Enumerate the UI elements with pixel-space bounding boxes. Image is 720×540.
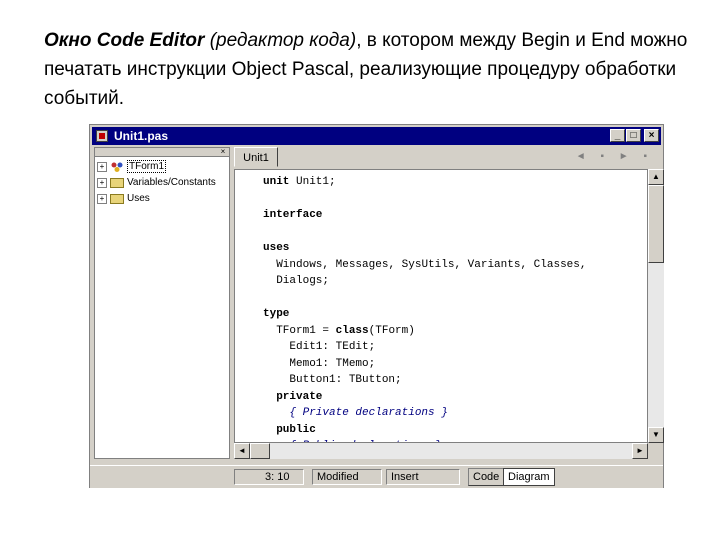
code-line[interactable]: unit Unit1;	[263, 174, 587, 191]
insert-mode-indicator: Insert	[386, 469, 460, 485]
code-line[interactable]: Dialogs;	[263, 273, 587, 290]
code-line[interactable]: Button1: TButton;	[263, 372, 587, 389]
window-title: Unit1.pas	[114, 129, 169, 143]
code-line[interactable]: private	[263, 389, 587, 406]
source-code[interactable]: unit Unit1; interface uses Windows, Mess…	[263, 174, 587, 442]
tree-item-label: Variables/Constants	[127, 177, 216, 188]
expand-icon[interactable]: +	[97, 194, 107, 204]
modified-indicator: Modified	[312, 469, 382, 485]
code-line[interactable]	[263, 290, 587, 307]
tree-item-label: Uses	[127, 193, 150, 204]
code-editor[interactable]: unit Unit1; interface uses Windows, Mess…	[234, 169, 648, 443]
status-bar: 3: 10 Modified Insert Code Diagram	[90, 465, 663, 488]
navigation-arrows[interactable]: ◄ ▪ ► ▪	[576, 151, 653, 162]
cursor-position: 3: 10	[234, 469, 304, 485]
caption-title: Окно Code Editor	[44, 30, 205, 51]
folder-icon	[110, 194, 124, 204]
title-bar[interactable]: Unit1.pas _ □ ×	[92, 127, 661, 145]
scroll-right-button[interactable]: ►	[632, 443, 648, 459]
vertical-scrollbar[interactable]: ▲ ▼	[648, 169, 664, 443]
code-line[interactable]: type	[263, 306, 587, 323]
close-button[interactable]: ×	[644, 129, 659, 142]
maximize-button[interactable]: □	[626, 129, 641, 142]
slide-caption: Окно Code Editor (редактор кода), в кото…	[44, 26, 704, 113]
scroll-down-button[interactable]: ▼	[648, 427, 664, 443]
expand-icon[interactable]: +	[97, 162, 107, 172]
minimize-button[interactable]: _	[610, 129, 625, 142]
code-line[interactable]: { Private declarations }	[263, 405, 587, 422]
class-icon	[111, 162, 123, 172]
scroll-up-button[interactable]: ▲	[648, 169, 664, 185]
caption-subtitle: (редактор кода)	[204, 30, 357, 51]
code-line[interactable]: interface	[263, 207, 587, 224]
code-line[interactable]: Memo1: TMemo;	[263, 356, 587, 373]
code-line[interactable]: TForm1 = class(TForm)	[263, 323, 587, 340]
scroll-left-button[interactable]: ◄	[234, 443, 250, 459]
tab-code[interactable]: Code	[468, 468, 505, 486]
horizontal-scrollbar[interactable]: ◄ ►	[234, 443, 648, 459]
tab-unit1[interactable]: Unit1	[234, 147, 278, 167]
code-line[interactable]: public	[263, 422, 587, 439]
code-explorer: × + TForm1 + Variables/Constants + Uses	[94, 147, 230, 459]
horizontal-scroll-thumb[interactable]	[250, 443, 270, 459]
tree-item-variables-constants[interactable]: + Variables/Constants	[97, 175, 216, 191]
code-line[interactable]: Windows, Messages, SysUtils, Variants, C…	[263, 257, 586, 274]
folder-icon	[110, 178, 124, 188]
code-line[interactable]: Edit1: TEdit;	[263, 339, 587, 356]
explorer-grip[interactable]: ×	[95, 148, 229, 157]
tree-item-tform1[interactable]: + TForm1	[97, 159, 166, 175]
editor-tab-bar: Unit1 ◄ ▪ ► ▪	[234, 147, 659, 169]
code-editor-window: Unit1.pas _ □ × × + TForm1 + Variables/Con…	[89, 124, 664, 488]
expand-icon[interactable]: +	[97, 178, 107, 188]
code-line[interactable]	[263, 191, 587, 208]
explorer-close-icon[interactable]: ×	[219, 148, 227, 156]
tree-item-uses[interactable]: + Uses	[97, 191, 150, 207]
tree-item-label: TForm1	[127, 160, 166, 173]
code-line[interactable]	[263, 224, 587, 241]
vertical-scroll-thumb[interactable]	[648, 185, 664, 263]
app-icon	[96, 130, 108, 142]
tab-diagram[interactable]: Diagram	[503, 468, 555, 486]
code-line[interactable]: uses	[263, 240, 587, 257]
